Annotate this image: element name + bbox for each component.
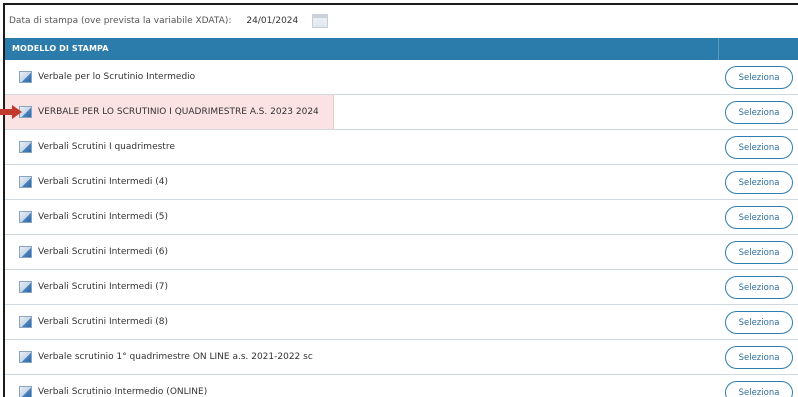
template-name: Verbali Scrutini Intermedi (6)	[38, 247, 169, 257]
select-button[interactable]: Seleziona	[725, 136, 793, 159]
document-icon	[19, 281, 32, 293]
table-row: Verbali Scrutini Intermedi (5) Seleziona	[5, 200, 798, 235]
table-header: MODELLO DI STAMPA	[5, 38, 798, 60]
document-icon	[19, 246, 32, 258]
select-button[interactable]: Seleziona	[725, 206, 793, 229]
print-date-label: Data di stampa (ove prevista la variabil…	[9, 16, 232, 26]
row-label-cell: Verbale per lo Scrutinio Intermedio	[5, 60, 209, 94]
select-button[interactable]: Seleziona	[725, 241, 793, 264]
row-label-cell: Verbali Scrutini Intermedi (6)	[5, 235, 182, 269]
table-row: VERBALE PER LO SCRUTINIO I QUADRIMESTRE …	[5, 95, 798, 130]
table-row: Verbali Scrutini Intermedi (7) Seleziona	[5, 270, 798, 305]
document-icon	[19, 71, 32, 83]
template-name: Verbali Scrutini Intermedi (5)	[38, 212, 169, 222]
row-label-cell: Verbali Scrutinio Intermedio (ONLINE)	[5, 375, 221, 397]
row-label-cell: Verbali Scrutini Intermedi (5)	[5, 200, 182, 234]
select-button[interactable]: Seleziona	[725, 346, 793, 369]
template-name: Verbale per lo Scrutinio Intermedio	[38, 72, 196, 82]
table-row: Verbali Scrutini Intermedi (6) Seleziona	[5, 235, 798, 270]
select-button[interactable]: Seleziona	[725, 311, 793, 334]
pointer-arrow-icon	[0, 105, 22, 119]
column-header-modello: MODELLO DI STAMPA	[12, 44, 109, 53]
row-label-cell: Verbali Scrutini Intermedi (8)	[5, 305, 182, 339]
document-icon	[19, 176, 32, 188]
row-label-cell-highlighted: VERBALE PER LO SCRUTINIO I QUADRIMESTRE …	[5, 95, 334, 129]
column-header-actions	[718, 38, 798, 60]
select-button[interactable]: Seleziona	[725, 66, 793, 89]
table-row: Verbali Scrutini I quadrimestre Selezion…	[5, 130, 798, 165]
select-button[interactable]: Seleziona	[725, 381, 793, 397]
document-icon	[19, 141, 32, 153]
print-date-field[interactable]: 24/01/2024	[246, 16, 298, 26]
template-name: Verbali Scrutini Intermedi (7)	[38, 282, 169, 292]
document-icon	[19, 316, 32, 328]
table-row: Verbale scrutinio 1° quadrimestre ON LIN…	[5, 340, 798, 375]
template-name: VERBALE PER LO SCRUTINIO I QUADRIMESTRE …	[38, 107, 319, 117]
print-date-bar: Data di stampa (ove prevista la variabil…	[5, 5, 798, 37]
template-name: Verbale scrutinio 1° quadrimestre ON LIN…	[38, 352, 313, 362]
select-button[interactable]: Seleziona	[725, 101, 793, 124]
table-row: Verbali Scrutini Intermedi (8) Seleziona	[5, 305, 798, 340]
select-button[interactable]: Seleziona	[725, 276, 793, 299]
document-icon	[19, 351, 32, 363]
template-list: Verbale per lo Scrutinio Intermedio Sele…	[5, 60, 798, 397]
template-name: Verbali Scrutini I quadrimestre	[38, 142, 175, 152]
table-row: Verbali Scrutini Intermedi (4) Seleziona	[5, 165, 798, 200]
select-button[interactable]: Seleziona	[725, 171, 793, 194]
table-row: Verbale per lo Scrutinio Intermedio Sele…	[5, 60, 798, 95]
print-panel: Data di stampa (ove prevista la variabil…	[3, 3, 798, 397]
row-label-cell: Verbali Scrutini Intermedi (4)	[5, 165, 182, 199]
template-name: Verbali Scrutini Intermedi (8)	[38, 317, 169, 327]
document-icon	[19, 211, 32, 223]
calendar-icon[interactable]	[312, 14, 329, 28]
template-name: Verbali Scrutini Intermedi (4)	[38, 177, 169, 187]
template-name: Verbali Scrutinio Intermedio (ONLINE)	[38, 387, 208, 397]
row-label-cell: Verbali Scrutini Intermedi (7)	[5, 270, 182, 304]
document-icon	[19, 386, 32, 397]
row-label-cell: Verbale scrutinio 1° quadrimestre ON LIN…	[5, 340, 327, 374]
row-label-cell: Verbali Scrutini I quadrimestre	[5, 130, 189, 164]
table-row: Verbali Scrutinio Intermedio (ONLINE) Se…	[5, 375, 798, 397]
